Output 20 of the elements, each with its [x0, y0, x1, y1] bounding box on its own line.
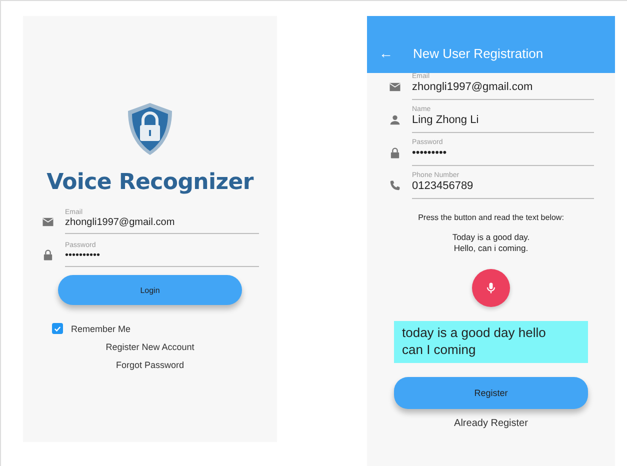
text-link[interactable]: Register New Account — [106, 342, 194, 352]
shield-lock-logo — [125, 101, 175, 157]
prompt-text: Today is a good day. — [452, 232, 530, 242]
checkbox-label: Remember Me — [71, 324, 131, 334]
screen-title: New User Registration — [413, 46, 544, 61]
lock-icon — [388, 146, 402, 160]
lock-icon — [41, 248, 55, 262]
microphone-button[interactable] — [472, 269, 510, 307]
microphone-icon — [484, 281, 498, 295]
prompt-text: Hello, can i coming. — [454, 243, 528, 253]
text-link[interactable]: Forgot Password — [116, 360, 184, 370]
app-title: Voice Recognizer — [46, 170, 254, 195]
text-link[interactable]: Already Register — [454, 418, 528, 429]
recognized-text: today is a good day hello can I coming — [394, 321, 588, 363]
person-icon — [388, 112, 402, 126]
instruction-text: Press the button and read the text below: — [418, 213, 564, 222]
checkbox[interactable] — [52, 323, 63, 334]
phone-icon — [388, 178, 402, 192]
login-button[interactable]: Login — [58, 275, 242, 305]
register-button[interactable]: Register — [394, 376, 588, 409]
